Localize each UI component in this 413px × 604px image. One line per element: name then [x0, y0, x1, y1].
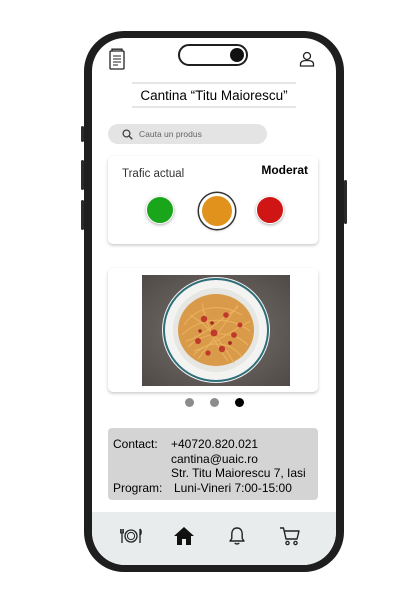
carousel-pagination	[92, 398, 336, 410]
contact-address: Str. Titu Maiorescu 7, Iasi	[171, 466, 306, 480]
camera-icon	[230, 48, 244, 62]
phone-volume-down	[81, 200, 84, 230]
nav-notifications[interactable]	[223, 522, 251, 550]
traffic-status: Moderat	[261, 163, 308, 177]
program-label: Program:	[113, 480, 163, 495]
nav-menu[interactable]	[117, 522, 145, 550]
user-profile-icon[interactable]	[298, 50, 316, 68]
search-icon	[122, 128, 133, 140]
food-carousel[interactable]	[108, 268, 318, 392]
traffic-light-red	[256, 196, 284, 224]
phone-volume-up	[81, 160, 84, 190]
contact-label: Contact:	[113, 437, 158, 451]
phone-side-button	[81, 126, 84, 142]
dynamic-island	[178, 44, 248, 66]
home-icon	[173, 526, 195, 546]
nav-cart[interactable]	[276, 522, 304, 550]
app-screen: Cantina “Titu Maiorescu” Trafic actual M…	[92, 38, 336, 565]
page-title-text: Cantina “Titu Maiorescu”	[140, 87, 288, 103]
bell-icon	[228, 526, 246, 546]
phone-power-button	[344, 180, 347, 224]
bottom-nav	[92, 512, 336, 565]
menu-icon	[120, 528, 142, 544]
traffic-label: Trafic actual	[122, 168, 185, 180]
receipt-icon[interactable]	[108, 47, 126, 71]
page-title: Cantina “Titu Maiorescu”	[132, 82, 296, 108]
traffic-card: Trafic actual Moderat	[108, 156, 318, 244]
nav-home[interactable]	[170, 522, 198, 550]
carousel-dot-2[interactable]	[210, 398, 219, 407]
cart-icon	[279, 526, 301, 546]
traffic-light-orange	[199, 193, 235, 229]
contact-info: Contact: +40720.820.021 cantina@uaic.ro …	[108, 428, 318, 500]
program-hours: Luni-Vineri 7:00-15:00	[174, 480, 292, 495]
carousel-dot-1[interactable]	[185, 398, 194, 407]
contact-email[interactable]: cantina@uaic.ro	[171, 452, 258, 467]
search-input[interactable]	[139, 129, 259, 139]
search-bar[interactable]	[108, 124, 267, 144]
traffic-light-green	[146, 196, 174, 224]
carousel-dot-3[interactable]	[235, 398, 244, 407]
food-image	[142, 275, 290, 386]
contact-phone[interactable]: +40720.820.021	[171, 437, 258, 452]
